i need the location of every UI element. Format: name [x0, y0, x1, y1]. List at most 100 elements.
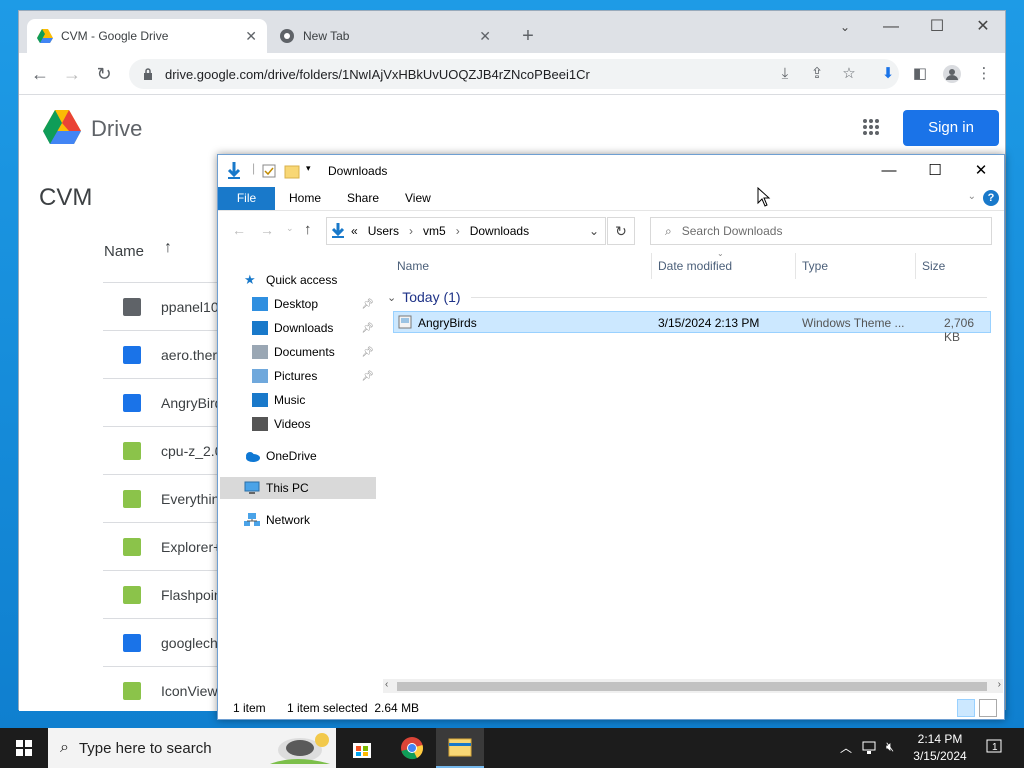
nav-this-pc[interactable]: This PC	[244, 477, 374, 499]
clock-date: 3/15/2024	[913, 749, 967, 763]
side-panel-icon[interactable]: ◧	[911, 65, 929, 83]
nav-item-pictures[interactable]: Pictures 📌︎	[252, 365, 374, 387]
drive-logo-text[interactable]: Drive	[91, 116, 142, 142]
breadcrumb-users[interactable]: Users	[368, 224, 399, 238]
ribbon-tab-view[interactable]: View	[391, 187, 445, 210]
recent-locations-icon[interactable]: ⌄	[286, 223, 294, 234]
tab-search-icon[interactable]: ⌄	[831, 15, 859, 39]
breadcrumb-overflow[interactable]: «	[351, 224, 358, 238]
nav-item-documents[interactable]: Documents 📌︎	[252, 341, 374, 363]
chevron-right-icon[interactable]: ›	[456, 224, 460, 238]
nav-label: OneDrive	[266, 449, 317, 463]
new-tab-button[interactable]: +	[517, 25, 539, 47]
name-column-header[interactable]: Name	[104, 243, 144, 260]
column-divider[interactable]	[795, 253, 796, 279]
apps-grid-icon[interactable]	[862, 118, 880, 136]
forward-button[interactable]: →	[61, 63, 83, 85]
volume-muted-icon[interactable]: 🔇︎	[886, 739, 894, 755]
reload-button[interactable]: ↻	[93, 63, 115, 85]
close-tab-icon[interactable]: ✕	[479, 28, 491, 45]
collapse-chevron-icon[interactable]: ⌄	[387, 291, 396, 304]
explorer-minimize-button[interactable]: —	[866, 159, 912, 183]
share-icon[interactable]: ⇪	[808, 65, 826, 83]
search-input[interactable]: ⌕ Search Downloads	[650, 217, 992, 245]
horizontal-scrollbar[interactable]: ‹ ›	[383, 679, 1003, 693]
bookmark-star-icon[interactable]: ☆	[840, 65, 858, 83]
new-folder-icon[interactable]	[284, 163, 300, 179]
notification-center-button[interactable]: 1	[984, 738, 1004, 758]
taskbar-explorer-app[interactable]	[436, 728, 484, 768]
refresh-button[interactable]: ↻	[607, 217, 635, 245]
column-divider[interactable]	[651, 253, 652, 279]
breadcrumb-vm5[interactable]: vm5	[423, 224, 446, 238]
install-app-icon[interactable]: ⤓	[776, 65, 794, 83]
documents-icon	[252, 345, 268, 359]
selection-info: 1 item selected 2.64 MB	[287, 701, 420, 715]
close-window-button[interactable]: ✕	[969, 15, 997, 39]
star-icon: ★	[244, 272, 256, 287]
network-icon	[244, 513, 260, 526]
help-icon[interactable]: ?	[983, 190, 999, 206]
address-bar[interactable]: « Users › vm5 › Downloads ⌄	[326, 217, 606, 245]
column-header-type[interactable]: Type	[802, 259, 828, 273]
nav-quick-access[interactable]: ★ Quick access	[244, 269, 374, 291]
nav-network[interactable]: Network	[244, 509, 374, 531]
tab-cvm-drive[interactable]: CVM - Google Drive ✕	[27, 19, 267, 53]
explorer-maximize-button[interactable]: ☐	[912, 159, 958, 183]
ribbon-tab-home[interactable]: Home	[275, 187, 335, 210]
large-icons-view-icon[interactable]	[979, 699, 997, 717]
nav-onedrive[interactable]: OneDrive	[244, 445, 374, 467]
address-dropdown-icon[interactable]: ⌄	[589, 224, 599, 238]
details-view-icon[interactable]	[957, 699, 975, 717]
ribbon-tab-file[interactable]: File	[218, 187, 275, 210]
show-hidden-icons-icon[interactable]: ︿	[840, 739, 852, 756]
taskbar-search-box[interactable]: ⌕ Type here to search	[48, 728, 336, 768]
scrollbar-thumb[interactable]	[397, 682, 987, 691]
group-header-today[interactable]: ⌄ Today (1)	[387, 289, 987, 305]
nav-item-desktop[interactable]: Desktop 📌︎	[252, 293, 374, 315]
column-header-name[interactable]: Name	[397, 259, 429, 273]
start-button[interactable]	[0, 728, 48, 768]
image-icon	[123, 633, 141, 652]
expand-ribbon-icon[interactable]: ⌄	[968, 191, 976, 202]
item-count: 1 item	[233, 701, 266, 715]
taskbar-chrome-app[interactable]	[388, 728, 436, 768]
scroll-left-icon[interactable]: ‹	[385, 679, 388, 690]
taskbar-store-app[interactable]	[338, 728, 386, 768]
breadcrumb-downloads[interactable]: Downloads	[470, 224, 529, 238]
up-arrow-icon[interactable]: ↑	[304, 221, 312, 238]
drive-logo-icon[interactable]	[43, 110, 81, 144]
profile-avatar-icon[interactable]	[943, 65, 961, 83]
maximize-button[interactable]: ☐	[923, 15, 951, 39]
network-status-icon[interactable]	[862, 741, 878, 755]
back-button[interactable]: ←	[29, 63, 51, 85]
menu-kebab-icon[interactable]: ⋮	[975, 65, 993, 83]
back-arrow-icon[interactable]: ←	[232, 222, 246, 238]
drive-file-name: cpu-z_2.0	[161, 442, 223, 459]
sort-arrow-icon[interactable]: ↑	[164, 239, 172, 257]
group-divider	[470, 296, 987, 298]
column-header-size[interactable]: Size	[922, 259, 945, 273]
nav-item-music[interactable]: Music	[252, 389, 374, 411]
downloads-icon[interactable]: ⬇	[879, 65, 897, 83]
nav-item-downloads[interactable]: Downloads 📌︎	[252, 317, 374, 339]
close-tab-icon[interactable]: ✕	[245, 28, 257, 45]
scroll-right-icon[interactable]: ›	[998, 679, 1001, 690]
column-header-date[interactable]: Date modified	[658, 259, 732, 273]
qat-dropdown-icon[interactable]: ▾	[306, 163, 311, 174]
drive-file-name: Flashpoin	[161, 586, 222, 603]
column-divider[interactable]	[915, 253, 916, 279]
ribbon-tab-share[interactable]: Share	[333, 187, 393, 210]
file-row-angrybirds[interactable]: AngryBirds 3/15/2024 2:13 PM Windows The…	[393, 311, 991, 344]
forward-arrow-icon[interactable]: →	[260, 222, 274, 238]
doc-icon	[123, 393, 141, 412]
chevron-right-icon[interactable]: ›	[409, 224, 413, 238]
explorer-close-button[interactable]: ✕	[958, 159, 1004, 183]
tab-new-tab[interactable]: New Tab ✕	[269, 19, 501, 53]
properties-icon[interactable]	[262, 164, 276, 178]
minimize-button[interactable]: —	[877, 15, 905, 39]
sign-in-button[interactable]: Sign in	[903, 110, 999, 146]
clock[interactable]: 2:14 PM 3/15/2024	[900, 731, 980, 765]
nav-item-videos[interactable]: Videos	[252, 413, 374, 435]
archive-icon	[123, 585, 141, 604]
